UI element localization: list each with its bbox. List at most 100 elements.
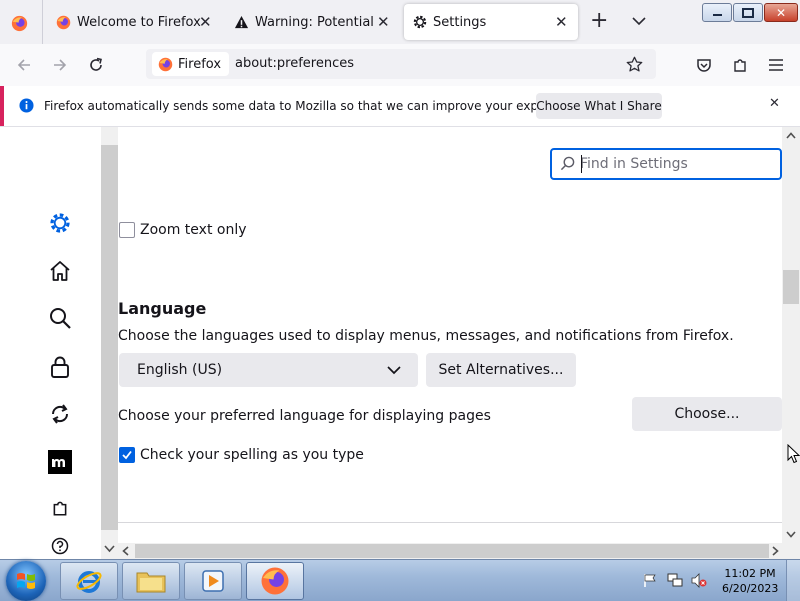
settings-content: Find in Settings Zoom text only Language… [118, 127, 782, 543]
navigation-toolbar: Firefox about:preferences [0, 44, 800, 87]
tab-title: Warning: Potential Sec [255, 14, 375, 30]
firefox-tab-icon [56, 15, 71, 29]
firefox-support-link[interactable] [45, 531, 75, 561]
search-placeholder: Find in Settings [580, 156, 688, 172]
list-all-tabs-icon[interactable] [632, 16, 646, 26]
clock-time: 11:02 PM [724, 567, 776, 580]
tab-strip: Welcome to Firefox ✕ Warning: Potential … [0, 0, 800, 44]
firefox-logo-icon [11, 15, 27, 31]
hamburger-menu-icon [769, 59, 783, 71]
mozilla-logo-icon [48, 450, 72, 474]
mouse-pointer-icon [787, 444, 800, 464]
address-bar[interactable]: Firefox about:preferences [146, 49, 656, 79]
taskbar-internet-explorer[interactable] [60, 562, 118, 600]
category-privacy[interactable] [45, 352, 75, 382]
firefox-view-button[interactable] [6, 10, 32, 36]
notification-accent [0, 86, 4, 126]
data-reporting-notification: Firefox automatically sends some data to… [0, 86, 800, 127]
chevron-left-icon[interactable] [122, 546, 129, 556]
notification-message: Firefox automatically sends some data to… [44, 99, 587, 113]
taskbar-media-player[interactable] [184, 562, 242, 600]
chevron-up-icon[interactable] [786, 132, 796, 139]
pocket-icon [697, 59, 711, 72]
volume-muted-icon[interactable] [691, 573, 707, 588]
extensions-themes-link[interactable] [45, 493, 75, 523]
forward-button[interactable] [45, 50, 75, 80]
spellcheck-checkbox[interactable] [119, 447, 135, 463]
warning-icon [234, 15, 249, 28]
restore-icon [742, 7, 754, 18]
category-home[interactable] [45, 256, 75, 286]
tab-settings[interactable]: Settings ✕ [404, 4, 578, 40]
spellcheck-label[interactable]: Check your spelling as you type [140, 447, 364, 463]
minimize-button[interactable] [702, 3, 732, 22]
url-text[interactable]: about:preferences [235, 56, 354, 71]
language-select-value: English (US) [137, 362, 223, 378]
identity-box[interactable]: Firefox [152, 52, 230, 76]
network-icon[interactable] [667, 573, 683, 588]
tab-warning[interactable]: Warning: Potential Sec ✕ [222, 0, 400, 44]
content-horizontal-scrollbar[interactable] [118, 543, 800, 559]
extensions-button[interactable] [725, 50, 755, 80]
app-menu-button[interactable] [761, 50, 791, 80]
zoom-text-only-checkbox[interactable] [119, 222, 135, 238]
taskbar-file-explorer[interactable] [122, 562, 180, 600]
find-in-settings-input[interactable]: Find in Settings [550, 148, 782, 180]
internet-explorer-icon [76, 571, 102, 593]
category-search[interactable] [45, 303, 75, 333]
language-heading: Language [118, 299, 207, 318]
action-center-flag-icon[interactable] [643, 573, 657, 588]
tab-welcome[interactable]: Welcome to Firefox ✕ [43, 0, 219, 44]
close-icon[interactable]: ✕ [377, 13, 390, 31]
close-icon[interactable]: ✕ [769, 96, 780, 111]
sidebar-scrollbar-thumb[interactable] [101, 145, 118, 530]
media-player-icon [202, 570, 224, 592]
horizontal-scrollbar-thumb[interactable] [135, 544, 769, 558]
gear-icon [413, 15, 427, 29]
restore-button[interactable] [733, 3, 763, 22]
lock-icon [51, 356, 69, 378]
category-sync[interactable] [45, 399, 75, 429]
set-alternatives-button[interactable]: Set Alternatives... [426, 353, 576, 387]
settings-categories [0, 127, 101, 559]
reload-button[interactable] [81, 50, 111, 80]
show-desktop-button[interactable] [786, 560, 800, 601]
language-description: Choose the languages used to display men… [118, 328, 734, 344]
tab-title: Welcome to Firefox [77, 14, 201, 30]
windows-taskbar: 11:02 PM 6/20/2023 [0, 559, 800, 601]
window-close-button[interactable]: ✕ [764, 3, 798, 22]
back-arrow-icon [17, 59, 30, 71]
close-icon[interactable]: ✕ [199, 13, 212, 31]
gear-icon [50, 213, 70, 233]
zoom-text-only-label[interactable]: Zoom text only [140, 222, 247, 238]
back-button[interactable] [9, 50, 39, 80]
sync-icon [51, 404, 69, 424]
chevron-down-icon[interactable] [786, 531, 796, 538]
start-button[interactable] [6, 561, 46, 601]
category-more-from-mozilla[interactable] [45, 447, 75, 477]
set-alternatives-label: Set Alternatives... [438, 362, 564, 378]
chevron-down-icon[interactable] [104, 545, 115, 553]
content-vertical-scrollbar[interactable] [782, 127, 800, 543]
close-icon[interactable]: ✕ [555, 13, 568, 31]
chevron-right-icon[interactable] [772, 546, 779, 556]
language-select[interactable]: English (US) [119, 353, 418, 387]
folder-icon [136, 572, 166, 593]
minimize-icon [712, 14, 722, 16]
puzzle-icon [734, 59, 746, 72]
new-tab-button[interactable]: + [590, 8, 608, 33]
info-icon [19, 98, 34, 113]
choose-language-button[interactable]: Choose... [632, 397, 782, 431]
tab-title: Settings [433, 14, 487, 30]
sidebar-scrollbar[interactable] [101, 127, 118, 559]
puzzle-icon [53, 501, 67, 516]
category-general[interactable] [45, 208, 75, 238]
system-clock[interactable]: 11:02 PM 6/20/2023 [722, 566, 778, 596]
bookmark-star-icon[interactable] [626, 56, 643, 73]
text-cursor [581, 155, 582, 173]
taskbar-firefox[interactable] [246, 562, 304, 600]
home-icon [50, 261, 70, 281]
vertical-scrollbar-thumb[interactable] [783, 270, 799, 304]
pocket-button[interactable] [689, 50, 719, 80]
choose-what-i-share-button[interactable]: Choose What I Share [536, 93, 662, 119]
